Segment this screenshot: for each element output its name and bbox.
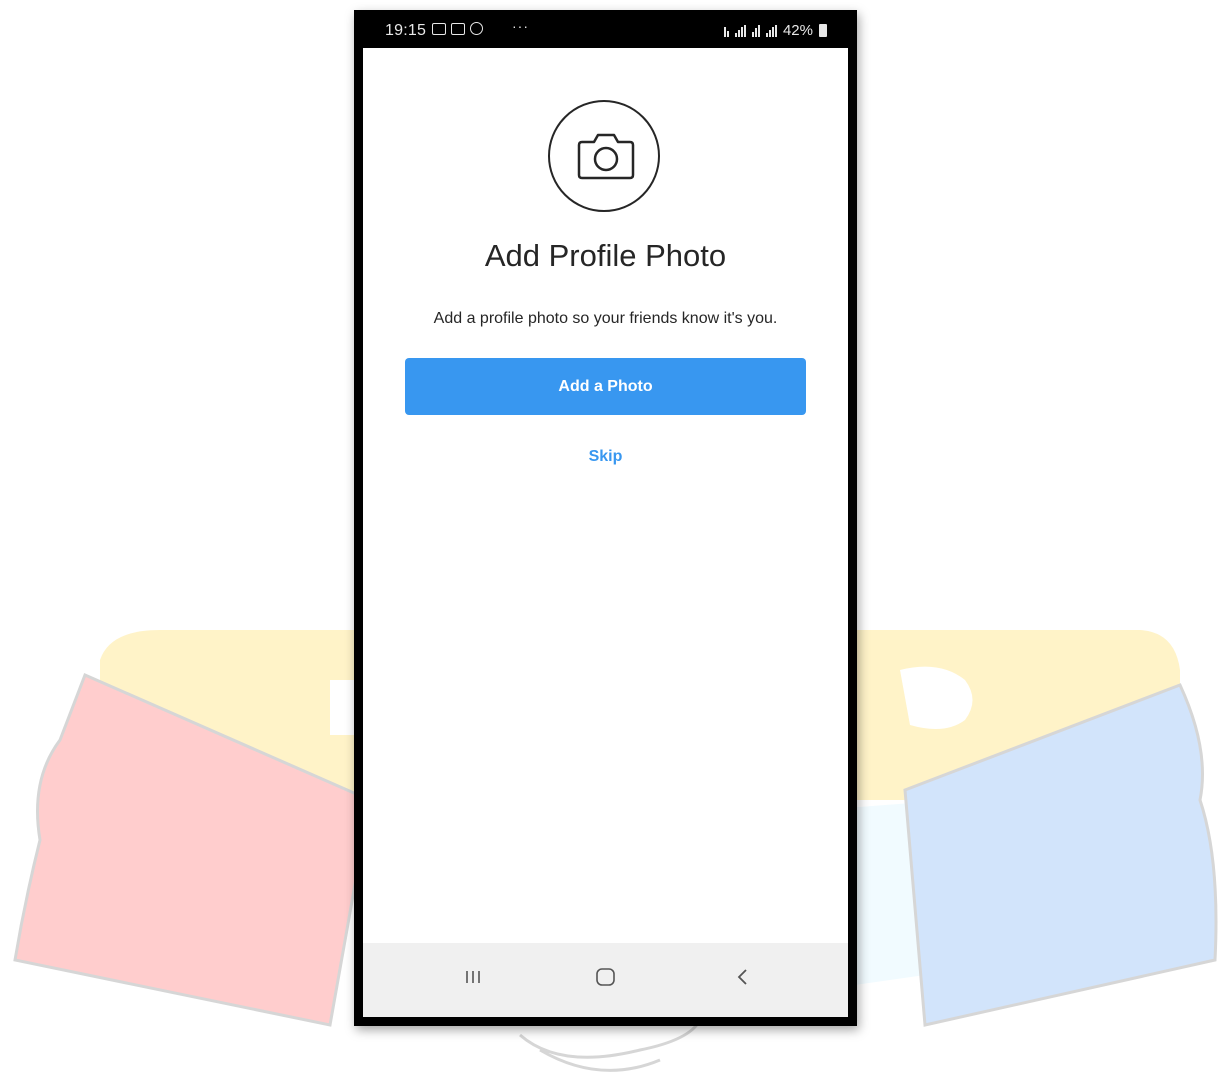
wifi-signal-icon: [751, 24, 760, 37]
skip-link[interactable]: Skip: [363, 448, 848, 466]
status-time: 19:15: [385, 22, 427, 39]
camera-glyph: [577, 133, 635, 180]
watermark-swirl: [519, 1019, 702, 1072]
status-right-group: 42%: [723, 22, 827, 39]
vibrate-icon: [723, 25, 729, 37]
android-nav-bar: [363, 943, 848, 1017]
recents-icon[interactable]: [448, 957, 498, 997]
add-photo-button[interactable]: Add a Photo: [405, 358, 806, 415]
photo-notification-icon: [451, 22, 465, 35]
gallery-notification-icon: [432, 22, 446, 35]
second-signal-icon: [765, 24, 777, 37]
battery-percentage: 42%: [782, 22, 813, 39]
back-icon[interactable]: [718, 957, 768, 997]
instagram-notification-icon: [470, 22, 483, 35]
signal-strength-icon: [734, 24, 746, 37]
app-screen: Add Profile Photo Add a profile photo so…: [363, 48, 848, 1017]
status-bar: 19:15 ··· 42%: [354, 10, 857, 48]
home-icon[interactable]: [581, 957, 631, 997]
phone-frame: 19:15 ··· 42% Add Profile Photo Add a pr…: [354, 10, 857, 1026]
more-notifications-icon: ···: [512, 18, 529, 34]
battery-icon: [819, 24, 827, 37]
page-title: Add Profile Photo: [484, 238, 727, 273]
camera-icon[interactable]: [548, 100, 660, 212]
status-notification-icons: [432, 22, 483, 35]
page-subtitle: Add a profile photo so your friends know…: [433, 310, 778, 327]
